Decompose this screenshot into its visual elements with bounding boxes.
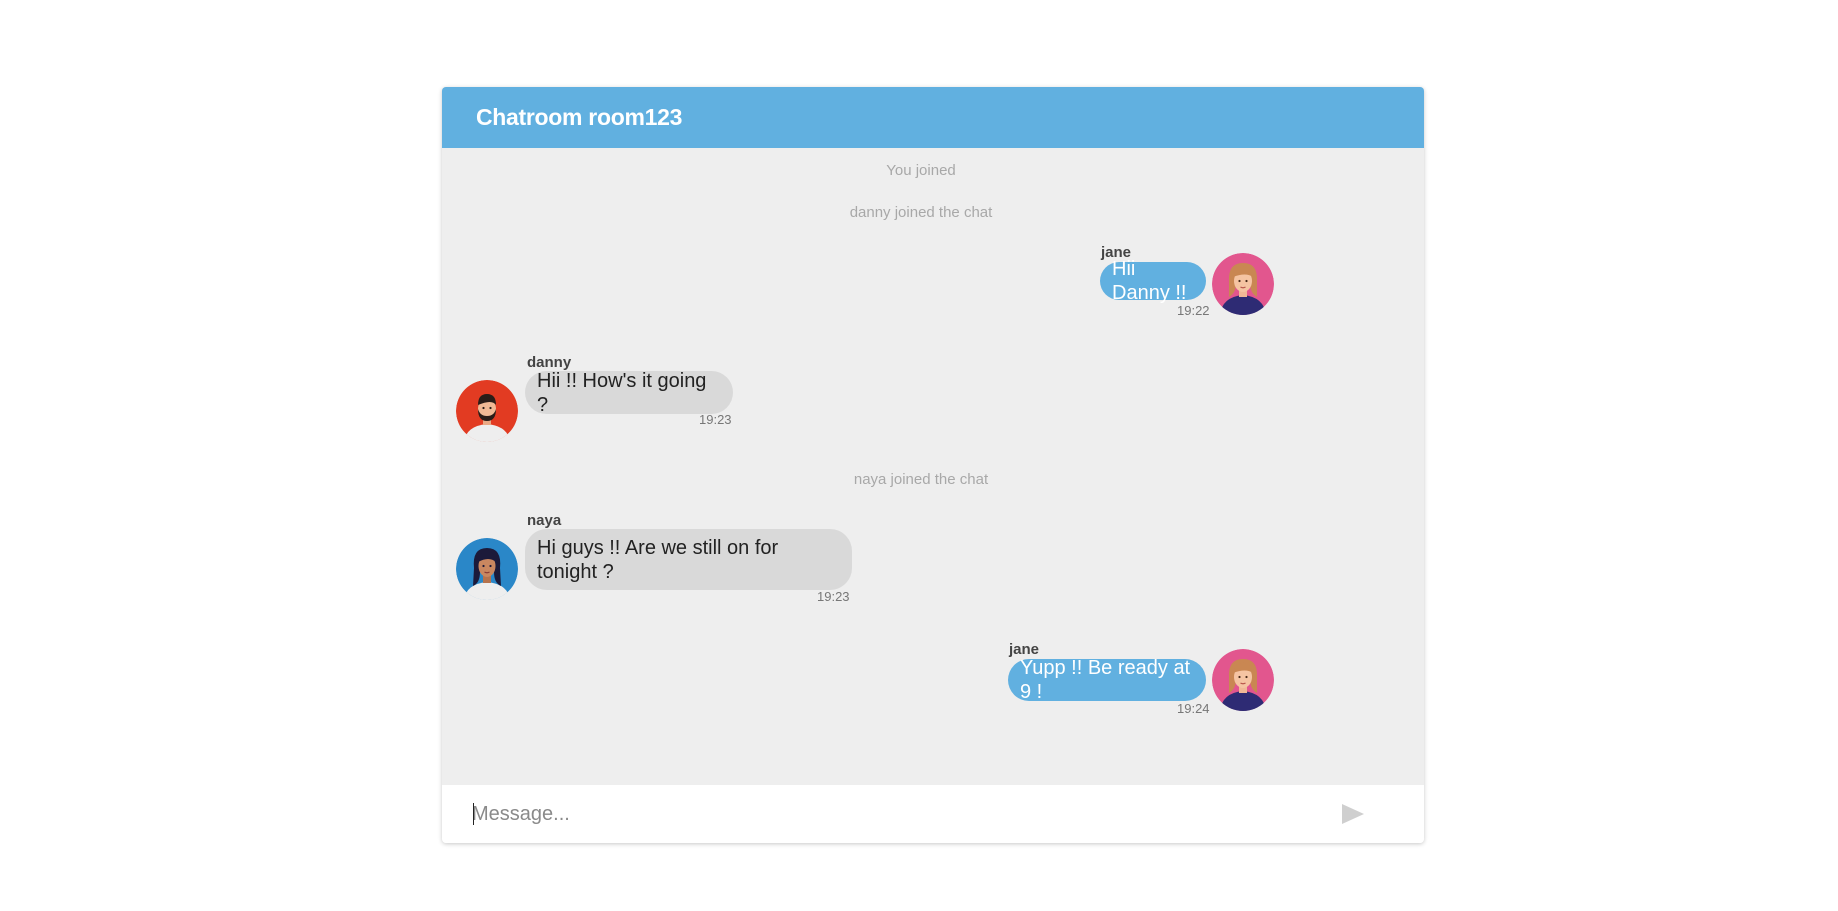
woman-avatar-icon [456, 538, 518, 600]
message-text: Hii !! How's it going ? [537, 369, 707, 416]
chat-window: Chatroom room123 You joined danny joined… [442, 87, 1424, 843]
text-caret [473, 803, 474, 825]
message-time: 19:23 [817, 589, 850, 604]
message-composer [442, 785, 1424, 843]
system-message: You joined [886, 162, 956, 179]
message-text: Yupp !! Be ready at 9 ! [1020, 657, 1191, 703]
message-time: 19:22 [1177, 303, 1210, 318]
message-list[interactable]: You joined danny joined the chat jane Hi… [442, 148, 1424, 785]
message-bubble: Hii !! How's it going ? [525, 369, 733, 416]
send-button[interactable] [1339, 802, 1367, 826]
message-text-line: tonight ? [537, 560, 614, 583]
man-avatar-icon [456, 380, 518, 442]
woman-avatar-icon [1212, 649, 1274, 711]
send-icon [1342, 804, 1364, 824]
chat-header: Chatroom room123 [442, 87, 1424, 148]
message-text-line: Hi guys !! Are we still on for [537, 536, 779, 559]
woman-avatar-icon [1212, 253, 1274, 315]
message-sender: naya [527, 512, 562, 529]
message-bubble: Yupp !! Be ready at 9 ! [1008, 657, 1206, 703]
message-input[interactable] [472, 785, 1312, 843]
message-time: 19:24 [1177, 701, 1210, 716]
chat-title: Chatroom room123 [476, 104, 683, 130]
system-message: danny joined the chat [849, 204, 993, 221]
message-bubble: Hii Danny !! [1100, 258, 1206, 304]
message-time: 19:23 [699, 412, 732, 427]
message-text: Hii Danny !! [1112, 258, 1187, 304]
message-bubble: Hi guys !! Are we still on for tonight ? [525, 529, 852, 590]
system-message: naya joined the chat [853, 471, 989, 488]
